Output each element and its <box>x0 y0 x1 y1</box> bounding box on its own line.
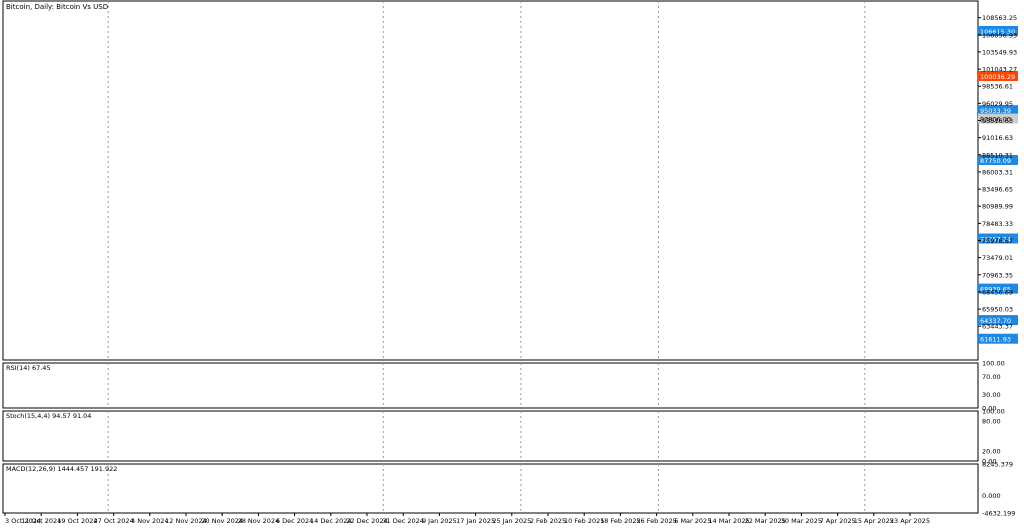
date-tick-label: 25 Jan 2025 <box>492 517 531 525</box>
macd-title: MACD(12,26,9) 1444.457 191.922 <box>6 465 117 473</box>
date-tick-label: 4 Nov 2024 <box>131 517 169 525</box>
stoch-tick-label: 80.00 <box>982 418 1001 426</box>
trading-chart[interactable]: 106615.30100036.2995033.3987750.0976267.… <box>0 0 1024 526</box>
macd-tick-label: 8245.379 <box>982 461 1013 469</box>
price-tick-label: 65950.03 <box>982 306 1013 314</box>
main-panel-frame <box>2 0 979 361</box>
price-tick-label: 91016.63 <box>982 134 1013 142</box>
macd-tick-label: -4632.199 <box>982 510 1015 518</box>
date-tick-label: 28 Nov 2024 <box>238 517 280 525</box>
date-tick-label: 14 Mar 2025 <box>708 517 749 525</box>
price-tick-label: 75976.67 <box>982 237 1013 245</box>
date-tick-label: 7 Apr 2025 <box>820 517 856 525</box>
date-tick-label: 9 Jan 2025 <box>422 517 457 525</box>
level-price-label: 61611.93 <box>980 336 1011 344</box>
date-tick-label: 10 Feb 2025 <box>564 517 604 525</box>
macd-tick-label: 0.000 <box>982 492 1001 500</box>
date-tick-label: 27 Oct 2024 <box>94 517 134 525</box>
price-tick-label: 78483.33 <box>982 220 1013 228</box>
price-tick-label: 108563.25 <box>982 14 1017 22</box>
date-tick-label: 6 Dec 2024 <box>276 517 313 525</box>
stoch-tick-label: 20.00 <box>982 448 1001 456</box>
date-tick-label: 15 Apr 2025 <box>854 517 894 525</box>
price-tick-label: 80989.99 <box>982 203 1013 211</box>
date-tick-label: 30 Mar 2025 <box>781 517 822 525</box>
rsi-title: RSI(14) 67.45 <box>6 364 51 372</box>
date-tick-label: 6 Mar 2025 <box>674 517 711 525</box>
macd-panel-frame <box>2 463 979 514</box>
price-tick-label: 103549.93 <box>982 48 1017 56</box>
rsi-tick-label: 70.00 <box>982 373 1001 381</box>
price-tick-label: 86003.31 <box>982 168 1013 176</box>
price-tick-label: 96029.95 <box>982 100 1013 108</box>
price-tick-label: 93516.63 <box>982 117 1013 125</box>
price-tick-label: 98536.61 <box>982 83 1013 91</box>
rsi-tick-label: 30.00 <box>982 391 1001 399</box>
price-tick-label: 88510.31 <box>982 151 1013 159</box>
axes: 106615.30100036.2995033.3987750.0976267.… <box>2 0 1018 525</box>
stoch-tick-label: 100.00 <box>982 408 1005 416</box>
price-tick-label: 70963.35 <box>982 271 1013 279</box>
date-tick-label: 22 Mar 2025 <box>745 517 786 525</box>
rsi-panel-frame <box>2 362 979 409</box>
date-tick-label: 11 Oct 2024 <box>21 517 61 525</box>
price-tick-label: 101043.27 <box>982 66 1017 74</box>
level-price-label: 100036.29 <box>980 73 1015 81</box>
stoch-title: Stoch(15,4,4) 94.57 91.04 <box>6 412 91 420</box>
date-tick-label: 2 Feb 2025 <box>530 517 566 525</box>
price-tick-label: 83496.65 <box>982 186 1013 194</box>
price-tick-label: 106056.93 <box>982 31 1017 39</box>
date-tick-label: 26 Feb 2025 <box>636 517 676 525</box>
price-tick-label: 68456.69 <box>982 288 1013 296</box>
date-tick-label: 31 Dec 2024 <box>382 517 424 525</box>
chart-window: 106615.30 100036.29 95033.39 87750.09 76267.… <box>0 0 1024 526</box>
rsi-tick-label: 100.00 <box>982 360 1005 368</box>
chart-title: Bitcoin, Daily: Bitcoin Vs USD <box>6 3 108 11</box>
price-tick-label: 73479.01 <box>982 254 1013 262</box>
date-tick-label: 19 Oct 2024 <box>57 517 97 525</box>
stoch-panel-frame <box>2 410 979 462</box>
date-tick-label: 18 Feb 2025 <box>600 517 640 525</box>
date-tick-label: 23 Apr 2025 <box>890 517 930 525</box>
date-tick-label: 17 Jan 2025 <box>456 517 495 525</box>
price-tick-label: 63443.37 <box>982 323 1013 331</box>
